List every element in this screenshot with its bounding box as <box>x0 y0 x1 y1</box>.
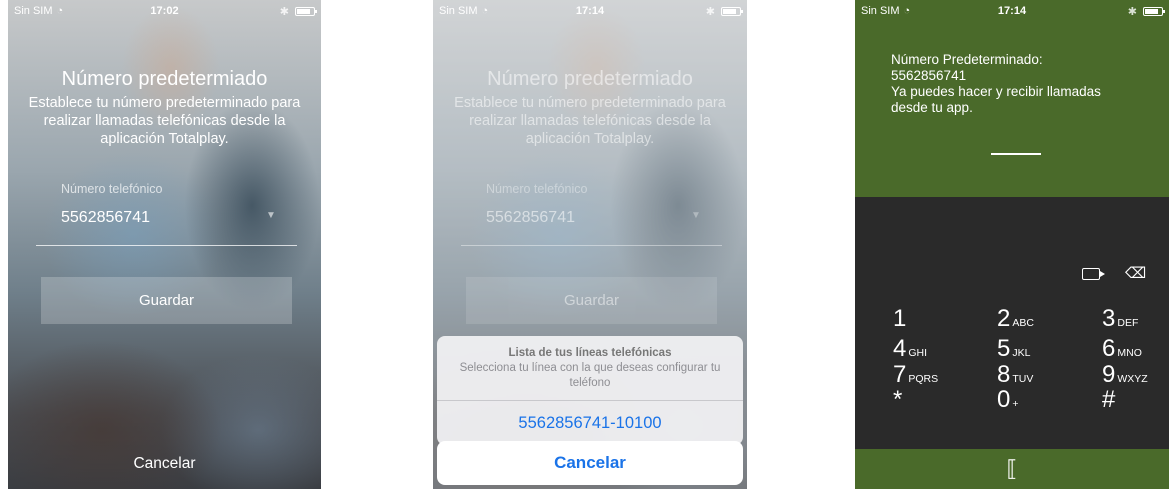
page-title: Número predetermiado <box>61 68 268 90</box>
default-number-form: Número predetermiado Establece tu número… <box>8 0 321 489</box>
dial-key-letters: GHI <box>908 347 928 359</box>
dial-key-letters: WXYZ <box>1117 373 1148 385</box>
dial-key-letters: PQRS <box>908 373 939 385</box>
dial-key[interactable]: 6 MNO <box>1102 335 1142 363</box>
call-icon[interactable]: ⟦ <box>1007 456 1018 482</box>
dial-key-number: 0 <box>997 386 1011 413</box>
dial-key[interactable]: 5 JKL <box>997 335 1030 363</box>
dial-key[interactable]: 7 PQRS <box>893 361 938 389</box>
cancel-button[interactable]: Cancelar <box>8 455 321 473</box>
confirmation-message: Número Predeterminado: 5562856741 Ya pue… <box>891 52 1159 116</box>
video-icon[interactable] <box>1082 268 1105 280</box>
sheet-cancel-button[interactable]: Cancelar <box>437 441 743 485</box>
call-bar[interactable]: ⟦ <box>855 449 1169 489</box>
dial-key-letters: ABC <box>1012 317 1034 329</box>
dial-key-number: 9 <box>1102 361 1116 388</box>
phone-screen-2: Sin SIM ◔ 17:14 ✱ Número predetermiado E… <box>433 0 747 489</box>
battery-icon <box>1143 6 1165 16</box>
line-picker-sheet: Lista de tus líneas telefónicas Seleccio… <box>437 336 743 445</box>
message-line: 5562856741 <box>891 68 967 83</box>
dial-key[interactable]: 8 TUV <box>997 361 1033 389</box>
dial-key-number: 8 <box>997 361 1011 388</box>
phone-screen-3: Sin SIM ◔ 17:14 ✱ Número Predeterminado:… <box>855 0 1169 489</box>
dial-key-number: 1 <box>893 305 907 332</box>
message-line: desde tu app. <box>891 100 973 115</box>
wifi-icon: ◔ <box>903 5 911 17</box>
chevron-down-icon[interactable]: ▼ <box>691 210 701 221</box>
message-line: Número Predeterminado: <box>891 52 1043 67</box>
page-subtitle: Establece tu número predeterminado para … <box>454 95 726 147</box>
dial-key-letters: TUV <box>1012 373 1034 385</box>
page-subtitle: Establece tu número predeterminado para … <box>28 95 301 147</box>
dial-key[interactable]: 4 GHI <box>893 335 927 363</box>
field-underline <box>461 245 722 246</box>
carrier-label: Sin SIM <box>861 5 900 17</box>
dial-key-number: # <box>1102 386 1116 413</box>
save-button[interactable]: Guardar <box>466 277 717 324</box>
dial-key-letters: + <box>1012 398 1019 410</box>
chevron-down-icon[interactable]: ▼ <box>266 210 276 221</box>
phone-field-label: Número telefónico <box>61 182 163 196</box>
sheet-title: Lista de tus líneas telefónicas <box>508 347 672 359</box>
dial-key-letters: JKL <box>1012 347 1031 359</box>
phone-field-label: Número telefónico <box>486 182 588 196</box>
drag-handle[interactable] <box>991 153 1041 155</box>
dial-key[interactable]: 2 ABC <box>997 305 1034 333</box>
dial-key-letters: MNO <box>1117 347 1142 359</box>
dial-key-number: * <box>893 386 903 413</box>
dial-key-number: 5 <box>997 335 1011 362</box>
page-title: Número predetermiado <box>487 68 693 90</box>
dial-key-number: 6 <box>1102 335 1116 362</box>
phone-field[interactable]: 5562856741 <box>486 209 575 227</box>
sheet-header: Lista de tus líneas telefónicas Seleccio… <box>437 336 743 400</box>
dial-key-letters: DEF <box>1117 317 1139 329</box>
dial-key-number: 3 <box>1102 305 1116 332</box>
field-underline <box>36 245 297 246</box>
dial-key-number: 4 <box>893 335 907 362</box>
line-option[interactable]: 5562856741-10100 <box>437 400 743 445</box>
dial-key[interactable]: 3 DEF <box>1102 305 1138 333</box>
dial-key[interactable]: # <box>1102 386 1115 414</box>
dial-key[interactable]: 1 <box>893 305 906 333</box>
dial-key-number: 2 <box>997 305 1011 332</box>
bluetooth-icon: ✱ <box>1127 5 1137 18</box>
message-line: Ya puedes hacer y recibir llamadas <box>891 84 1101 99</box>
dial-key[interactable]: 9 WXYZ <box>1102 361 1148 389</box>
dial-key-number: 7 <box>893 361 907 388</box>
backspace-icon[interactable]: ⌫ <box>1125 264 1146 282</box>
phone-field[interactable]: 5562856741 <box>61 209 150 227</box>
dial-key[interactable]: 0 + <box>997 386 1019 414</box>
phone-screen-1: Sin SIM ◔ 17:02 ✱ Número predetermiado E… <box>8 0 321 489</box>
dial-key[interactable]: * <box>893 386 902 414</box>
sheet-message: Selecciona tu línea con la que deseas co… <box>459 362 721 389</box>
status-bar: Sin SIM ◔ 17:14 ✱ <box>855 0 1169 22</box>
save-button[interactable]: Guardar <box>41 277 292 324</box>
